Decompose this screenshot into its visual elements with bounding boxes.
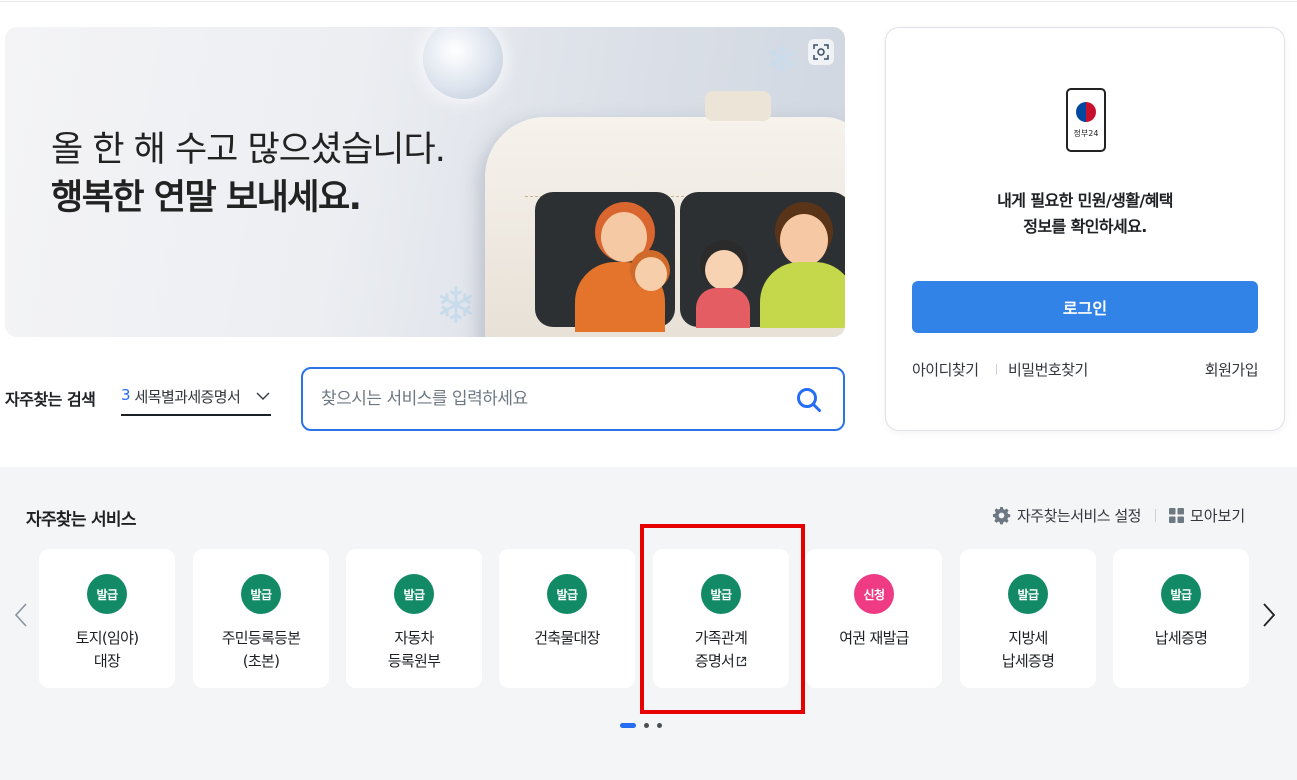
service-card-line1: 토지(임야) xyxy=(75,629,139,647)
moon-illustration xyxy=(423,27,503,99)
service-card-line2: 등록원부 xyxy=(387,652,441,670)
carousel-pagination xyxy=(620,721,662,729)
apply-badge: 신청 xyxy=(854,574,894,614)
highlight-box xyxy=(640,524,805,714)
rank-number: 3 xyxy=(121,386,131,404)
service-card-land-register[interactable]: 발급 토지(임야) 대장 xyxy=(39,549,175,688)
grid-icon xyxy=(1169,508,1184,523)
service-card-label: 자동차 등록원부 xyxy=(346,627,482,673)
banner-headline: 올 한 해 수고 많으셨습니다. xyxy=(51,130,446,170)
service-card-line1: 납세증명 xyxy=(1154,629,1208,647)
service-card-resident-register[interactable]: 발급 주민등록등본 (초본) xyxy=(193,549,329,688)
pagination-dot-active[interactable] xyxy=(620,722,636,728)
zoom-button[interactable] xyxy=(808,39,834,65)
search-input[interactable] xyxy=(321,383,781,415)
top-divider xyxy=(0,0,1297,2)
login-links: 아이디찾기 비밀번호찾기 회원가입 xyxy=(912,359,1259,380)
service-card-building-register[interactable]: 발급 건축물대장 xyxy=(499,549,635,688)
prev-button[interactable] xyxy=(11,600,31,630)
view-all-label: 모아보기 xyxy=(1190,507,1246,525)
frequent-search-label: 자주찾는 검색 xyxy=(5,390,96,409)
app-label: 정부24 xyxy=(1073,129,1099,138)
snowflake-icon: ❄ xyxy=(765,37,799,83)
zoom-icon xyxy=(813,44,829,60)
signup-link[interactable]: 회원가입 xyxy=(1205,359,1259,380)
login-description-line1: 내게 필요한 민원/생활/혜택 xyxy=(997,191,1173,210)
login-button[interactable]: 로그인 xyxy=(912,281,1258,333)
section-title: 자주찾는 서비스 xyxy=(26,510,137,530)
service-card-line1: 건축물대장 xyxy=(534,629,600,647)
gov24-app-icon: 정부24 xyxy=(1066,88,1106,152)
rank-keyword: 세목별과세증명서 xyxy=(134,388,241,406)
find-id-link[interactable]: 아이디찾기 xyxy=(912,359,979,380)
view-all-button[interactable]: 모아보기 xyxy=(1169,505,1245,526)
service-card-local-tax-certificate[interactable]: 발급 지방세 납세증명 xyxy=(960,549,1096,688)
chevron-down-icon xyxy=(256,392,270,400)
chevron-left-icon xyxy=(14,603,27,627)
service-card-passport-reissue[interactable]: 신청 여권 재발급 xyxy=(806,549,942,688)
issue-badge: 발급 xyxy=(241,574,281,614)
pagination-dot[interactable] xyxy=(657,722,662,728)
login-description: 내게 필요한 민원/생활/혜택 정보를 확인하세요. xyxy=(886,188,1284,240)
next-button[interactable] xyxy=(1259,600,1279,630)
service-card-label: 주민등록등본 (초본) xyxy=(193,627,329,673)
issue-badge: 발급 xyxy=(394,574,434,614)
taegeuk-icon xyxy=(1076,102,1096,122)
snowflake-icon: ❄ xyxy=(435,277,477,335)
divider xyxy=(996,364,997,375)
service-card-line2: 납세증명 xyxy=(1001,652,1055,670)
service-card-line1: 지방세 xyxy=(1008,629,1048,647)
issue-badge: 발급 xyxy=(87,574,127,614)
issue-badge: 발급 xyxy=(1008,574,1048,614)
issue-badge: 발급 xyxy=(1161,574,1201,614)
gear-icon xyxy=(992,506,1011,525)
pagination-dot[interactable] xyxy=(644,722,649,728)
chevron-right-icon xyxy=(1263,603,1276,627)
services-settings-button[interactable]: 자주찾는서비스 설정 xyxy=(992,505,1141,526)
service-card-line1: 주민등록등본 xyxy=(221,629,301,647)
service-card-label: 납세증명 xyxy=(1113,627,1249,650)
service-card-line2: 대장 xyxy=(93,652,121,670)
service-card-line2: (초본) xyxy=(242,652,280,670)
frequent-search-dropdown[interactable]: 3 세목별과세증명서 xyxy=(121,386,271,416)
services-settings-label: 자주찾는서비스 설정 xyxy=(1017,507,1141,525)
divider xyxy=(1155,509,1156,522)
login-description-line2: 정보를 확인하세요. xyxy=(1023,217,1147,236)
service-card-label: 건축물대장 xyxy=(499,627,635,650)
service-card-label: 토지(임야) 대장 xyxy=(39,627,175,673)
search-icon[interactable] xyxy=(795,386,823,414)
service-card-label: 지방세 납세증명 xyxy=(960,627,1096,673)
issue-badge: 발급 xyxy=(547,574,587,614)
search-box[interactable] xyxy=(301,367,845,431)
service-card-vehicle-register[interactable]: 발급 자동차 등록원부 xyxy=(346,549,482,688)
login-card: 정부24 내게 필요한 민원/생활/혜택 정보를 확인하세요. 로그인 아이디찾… xyxy=(885,27,1285,431)
service-card-label: 여권 재발급 xyxy=(806,627,942,650)
banner-subheadline: 행복한 연말 보내세요. xyxy=(51,178,362,218)
service-card-line1: 여권 재발급 xyxy=(839,629,909,647)
find-password-link[interactable]: 비밀번호찾기 xyxy=(1008,359,1088,380)
service-card-tax-payment-certificate[interactable]: 발급 납세증명 xyxy=(1113,549,1249,688)
hero-banner[interactable]: ❄ ❄ ❅ 올 한 해 수고 많으셨습니다. 행복한 연말 보내세요. xyxy=(5,27,845,337)
camper-illustration xyxy=(485,91,845,337)
service-card-line1: 자동차 xyxy=(394,629,434,647)
